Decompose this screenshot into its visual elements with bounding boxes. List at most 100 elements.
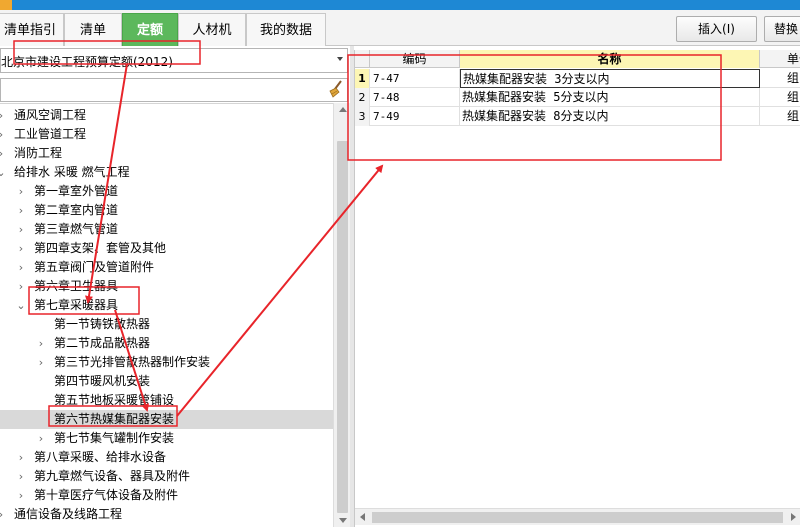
replace-button[interactable]: 替换 <box>764 16 800 42</box>
tree-node-label: 工业管道工程 <box>14 127 87 141</box>
tree-node[interactable]: 第一节铸铁散热器 <box>0 315 333 334</box>
scroll-down-icon[interactable] <box>339 518 347 523</box>
broom-icon[interactable] <box>328 80 344 98</box>
tab-bill[interactable]: 清单 <box>64 13 122 46</box>
tree-node-label: 第二节成品散热器 <box>54 336 151 350</box>
chevron-down-icon[interactable]: ⌄ <box>0 163 6 182</box>
chevron-right-icon[interactable]: › <box>16 239 26 258</box>
scroll-left-icon[interactable] <box>360 513 365 521</box>
tree-node[interactable]: › 第九章燃气设备、器具及附件 <box>0 467 333 486</box>
tree-node-label: 消防工程 <box>14 146 63 160</box>
tree-node-label: 第九章燃气设备、器具及附件 <box>34 469 191 483</box>
column-header-name[interactable]: 名称 <box>460 50 760 68</box>
column-header-unit[interactable]: 单位 <box>760 50 800 68</box>
tree-node-label: 第一节铸铁散热器 <box>54 317 151 331</box>
tree-node[interactable]: ⌄ 第七章采暖器具 <box>0 296 333 315</box>
scroll-thumb[interactable] <box>337 141 348 513</box>
tree-node[interactable]: › 消防工程 <box>0 144 333 163</box>
tree-node[interactable]: › 第十章医疗气体设备及附件 <box>0 486 333 505</box>
tree-node-label: 第四节暖风机安装 <box>54 374 151 388</box>
row-number-header <box>355 50 370 68</box>
tab-my-data[interactable]: 我的数据 <box>246 13 326 46</box>
chevron-right-icon[interactable]: › <box>16 486 26 505</box>
tree-node-label: 第三章燃气管道 <box>34 222 119 236</box>
chevron-down-icon[interactable] <box>337 57 343 61</box>
scroll-thumb[interactable] <box>372 512 783 523</box>
tree-node[interactable]: › 第三节光排管散热器制作安装 <box>0 353 333 372</box>
code-cell[interactable]: 7-49 <box>370 107 460 126</box>
tree-node-label: 给排水 采暖 燃气工程 <box>14 165 130 179</box>
table-row[interactable]: 1 7-47 热媒集配器安装 3分支以内组 <box>355 69 800 88</box>
chevron-down-icon[interactable]: ⌄ <box>16 296 26 315</box>
code-cell[interactable]: 7-48 <box>370 88 460 107</box>
quota-library-select[interactable]: 北京市建设工程预算定额(2012) <box>0 48 348 73</box>
tree-node[interactable]: 第四节暖风机安装 <box>0 372 333 391</box>
scroll-up-icon[interactable] <box>339 107 347 112</box>
tree-node[interactable]: › 第二章室内管道 <box>0 201 333 220</box>
chevron-right-icon[interactable]: › <box>16 277 26 296</box>
name-cell[interactable]: 热媒集配器安装 5分支以内 <box>460 88 760 107</box>
grid-horizontal-scrollbar[interactable] <box>355 508 800 525</box>
tree-node[interactable]: ⌄ 给排水 采暖 燃气工程 <box>0 163 333 182</box>
tab-bar: 清单指引 清单 定额 人材机 我的数据 插入(I) 替换 <box>0 10 800 46</box>
chevron-right-icon[interactable]: › <box>36 334 46 353</box>
tree-node[interactable]: 第六节热媒集配器安装 <box>0 410 333 429</box>
unit-cell[interactable]: 组 <box>760 88 800 107</box>
unit-cell[interactable]: 组 <box>760 69 800 88</box>
chevron-right-icon[interactable]: › <box>36 429 46 448</box>
chevron-right-icon[interactable]: › <box>0 505 6 524</box>
tree-node[interactable]: › 通信设备及线路工程 <box>0 505 333 524</box>
chevron-right-icon[interactable]: › <box>16 258 26 277</box>
tree-node-label: 第五节地板采暖管铺设 <box>54 393 175 407</box>
column-header-code[interactable]: 编码 <box>370 50 460 68</box>
name-cell[interactable]: 热媒集配器安装 3分支以内 <box>460 69 760 88</box>
chevron-right-icon[interactable]: › <box>16 201 26 220</box>
insert-button[interactable]: 插入(I) <box>676 16 757 42</box>
tree-node[interactable]: › 第二节成品散热器 <box>0 334 333 353</box>
tree-node[interactable]: › 第七节集气罐制作安装 <box>0 429 333 448</box>
tree-node[interactable]: › 第一章室外管道 <box>0 182 333 201</box>
tree-node-label: 通信设备及线路工程 <box>14 507 123 521</box>
grid-header: 编码 名称 单位 <box>355 50 800 68</box>
chevron-right-icon[interactable]: › <box>16 448 26 467</box>
chevron-right-icon[interactable]: › <box>16 467 26 486</box>
code-cell[interactable]: 7-47 <box>370 69 460 88</box>
tree-node[interactable]: 第五节地板采暖管铺设 <box>0 391 333 410</box>
name-cell[interactable]: 热媒集配器安装 8分支以内 <box>460 107 760 126</box>
unit-cell[interactable]: 组 <box>760 107 800 126</box>
tree-node[interactable]: › 第六章卫生器具 <box>0 277 333 296</box>
tree-node[interactable]: › 第三章燃气管道 <box>0 220 333 239</box>
tree-node[interactable]: › 通风空调工程 <box>0 106 333 125</box>
app-icon <box>0 0 12 10</box>
tree-node-label: 第八章采暖、给排水设备 <box>34 450 167 464</box>
tree-node-label: 第七章采暖器具 <box>34 298 119 312</box>
row-number: 3 <box>355 107 370 126</box>
tab-labor-material-machine[interactable]: 人材机 <box>178 13 246 46</box>
chevron-right-icon[interactable]: › <box>36 353 46 372</box>
quota-grid: 编码 名称 单位 17-47热媒集配器安装 3分支以内组27-48热媒集配器安装… <box>354 50 800 527</box>
tree-node-label: 第四章支架、套管及其他 <box>34 241 167 255</box>
tree-node-label: 第三节光排管散热器制作安装 <box>54 355 211 369</box>
tree-node-label: 第一章室外管道 <box>34 184 119 198</box>
tree-node[interactable]: › 第四章支架、套管及其他 <box>0 239 333 258</box>
tree-filter-input[interactable] <box>0 78 348 102</box>
tree-vertical-scrollbar[interactable] <box>333 103 350 527</box>
tab-quota[interactable]: 定额 <box>122 13 178 46</box>
chevron-right-icon[interactable]: › <box>0 125 6 144</box>
tree-node-label: 第六节热媒集配器安装 <box>54 412 175 426</box>
table-row[interactable]: 2 7-48 热媒集配器安装 5分支以内组 <box>355 88 800 107</box>
tab-bill-guide[interactable]: 清单指引 <box>0 13 64 46</box>
tree-node-label: 第六章卫生器具 <box>34 279 119 293</box>
quota-chapter-tree: ›通风空调工程›工业管道工程›消防工程⌄给排水 采暖 燃气工程›第一章室外管道›… <box>0 103 333 527</box>
scroll-right-icon[interactable] <box>791 513 796 521</box>
chevron-right-icon[interactable]: › <box>16 220 26 239</box>
tree-node-label: 第十章医疗气体设备及附件 <box>34 488 179 502</box>
table-row[interactable]: 3 7-49 热媒集配器安装 8分支以内组 <box>355 107 800 126</box>
chevron-right-icon[interactable]: › <box>16 182 26 201</box>
chevron-right-icon[interactable]: › <box>0 106 6 125</box>
tree-node[interactable]: › 工业管道工程 <box>0 125 333 144</box>
chevron-right-icon[interactable]: › <box>0 144 6 163</box>
tree-node[interactable]: › 第八章采暖、给排水设备 <box>0 448 333 467</box>
tree-node-label: 通风空调工程 <box>14 108 87 122</box>
tree-node[interactable]: › 第五章阀门及管道附件 <box>0 258 333 277</box>
